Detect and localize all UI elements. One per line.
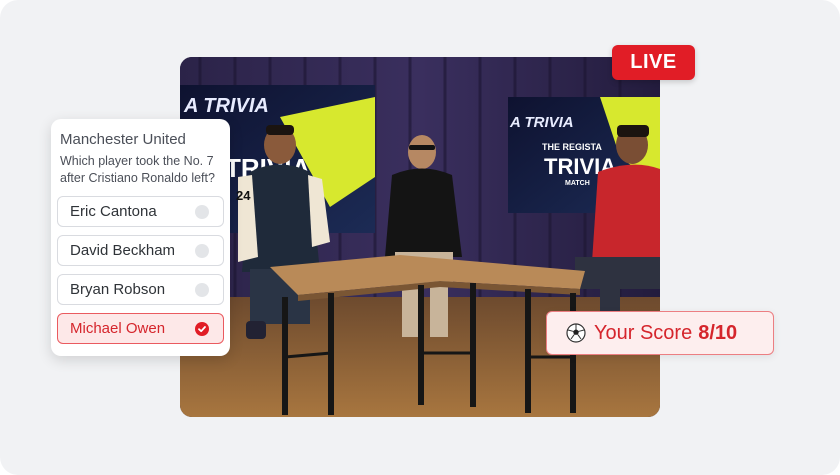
answer-label: Bryan Robson [70,281,166,298]
answer-list: Eric Cantona David Beckham Bryan Robson … [57,196,224,344]
score-pill: Your Score 8/10 [546,311,774,355]
screen-right-text: A TRIVIA [509,114,574,131]
answer-option[interactable]: Eric Cantona [57,196,224,227]
answer-label: Michael Owen [70,320,166,337]
quiz-question: Which player took the No. 7 after Cristi… [60,154,215,185]
app-stage: A TRIVIA TRIVIA A TRIVIA THE REGISTA TRI… [0,0,840,475]
quiz-card: Manchester United Which player took the … [51,119,230,356]
score-value: 8/10 [698,321,738,344]
answer-option-selected[interactable]: Michael Owen [57,313,224,344]
soccer-ball-icon [566,323,586,343]
answer-option[interactable]: David Beckham [57,235,224,266]
radio-indicator-icon [195,205,209,219]
answer-label: Eric Cantona [70,203,157,220]
radio-indicator-icon [195,244,209,258]
video-stream[interactable]: A TRIVIA TRIVIA A TRIVIA THE REGISTA TRI… [180,57,660,417]
screen-right-logo-line1: THE REGISTA [542,142,602,152]
screen-left-text: A TRIVIA [183,95,269,117]
jersey-number: 24 [236,188,251,203]
screen-right-logo-line3: MATCH [565,180,590,187]
quiz-team-title: Manchester United [60,131,186,148]
answer-option[interactable]: Bryan Robson [57,274,224,305]
check-circle-icon [195,322,209,336]
score-label: Your Score [594,321,693,344]
radio-indicator-icon [195,283,209,297]
live-badge: LIVE [612,45,695,80]
answer-label: David Beckham [70,242,176,259]
video-frame-illustration: A TRIVIA TRIVIA A TRIVIA THE REGISTA TRI… [180,57,660,417]
